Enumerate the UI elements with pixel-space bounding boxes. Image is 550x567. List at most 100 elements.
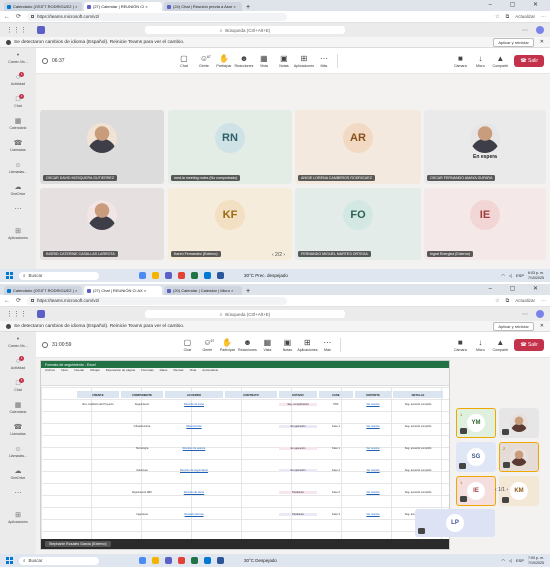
participant-tile[interactable] <box>499 408 539 438</box>
edge-app-icon[interactable] <box>139 557 146 564</box>
ribbon-tab[interactable]: Inicio <box>61 368 68 373</box>
weather-widget[interactable]: 30°C Prec. despejado <box>244 273 288 278</box>
leave-button[interactable]: ☎ Salir <box>514 54 544 67</box>
update-button[interactable]: Actualizar <box>515 298 535 303</box>
excel-app-icon[interactable] <box>191 557 198 564</box>
participant-tile[interactable]: AR ANGIE LORENA CAMBEROS RODRIGUEZ <box>295 110 421 184</box>
wifi-icon[interactable]: ◠ <box>501 558 505 563</box>
toolbar-button[interactable]: ▣ Notas <box>274 54 294 68</box>
control-button[interactable]: ▲ Compartir <box>490 54 510 68</box>
toolbar-button[interactable]: ⋯ Más <box>314 54 334 68</box>
participant-tile[interactable]: LP <box>415 509 495 537</box>
participant-tile[interactable]: RN med.ia meeting notes (No comprobado) <box>168 110 292 184</box>
menu-icon[interactable]: ⋯ <box>541 298 546 304</box>
explorer-app-icon[interactable] <box>152 272 159 279</box>
toolbar-button[interactable]: ⊞ Aplicaciones <box>294 54 314 68</box>
toolbar-button[interactable]: ▢ Chat <box>174 54 194 68</box>
toolbar-button[interactable]: ▣ Notas <box>277 338 297 352</box>
search-input[interactable]: ⌕ Búsqueda (Ctrl+Alt+E) <box>145 26 345 34</box>
excel-app-icon[interactable] <box>191 272 198 279</box>
rail-item[interactable]: □ 1 Chat <box>0 378 36 392</box>
browser-tab-active[interactable]: (27) Calendar | REUNIÓN CI × <box>84 2 162 11</box>
browser-tab[interactable]: (20) Calendar | Calendar | Micro × <box>164 286 242 295</box>
rail-item[interactable]: • Camer-Vis... <box>0 52 36 64</box>
app-launcher-icon[interactable]: ⋮⋮⋮ <box>6 26 27 34</box>
gallery-pager[interactable]: ‹ 2/2 › <box>272 252 285 258</box>
rail-item[interactable]: ⋯ <box>0 490 36 498</box>
rail-item[interactable]: ☺ Llamadas... <box>0 446 36 458</box>
more-icon[interactable]: ⋯ <box>522 27 528 34</box>
table-cell[interactable]: Ver soporte <box>355 491 391 494</box>
rail-item[interactable]: ☺ Llamadas... <box>0 162 36 174</box>
window-controls[interactable]: – ▢ ✕ <box>489 1 546 8</box>
word-app-icon[interactable] <box>217 272 224 279</box>
browser-tab[interactable]: Calendario (OSITT RODRIGUEZ ) × <box>4 286 82 295</box>
outlook-app-icon[interactable] <box>204 557 211 564</box>
chrome-app-icon[interactable] <box>178 272 185 279</box>
toolbar-button[interactable]: ☻ Reacciones <box>237 338 257 352</box>
rail-item[interactable]: ⋯ <box>0 206 36 214</box>
rail-item[interactable]: ☎ Llamadas <box>0 424 36 436</box>
participant-tile[interactable]: IE 1 <box>456 476 496 506</box>
clock[interactable]: 7:00 p. m. 7/10/2025 <box>528 556 544 565</box>
browser-tab-active[interactable]: (27) Chat | REUNIÓN CI AX × <box>84 286 162 295</box>
window-controls[interactable]: – ▢ ✕ <box>489 285 546 292</box>
participant-tile[interactable]: SG <box>456 442 496 472</box>
rail-item[interactable]: ○ 1 Actividad <box>0 356 36 370</box>
ribbon-tab[interactable]: Vista <box>190 368 197 373</box>
star-icon[interactable]: ☆ <box>495 14 499 20</box>
volume-icon[interactable]: ◁ <box>509 558 512 563</box>
star-icon[interactable]: ☆ <box>495 298 499 304</box>
ribbon-tab[interactable]: Archivo <box>45 368 55 373</box>
toolbar-button[interactable]: ⊞ Aplicaciones <box>297 338 317 352</box>
url-field[interactable]: https://teams.microsoft.com/v2/ <box>27 296 288 305</box>
clock[interactable]: 6:03 p. m. 7/10/2025 <box>528 271 544 280</box>
gallery-pager[interactable]: ‹ 1/1 › <box>495 487 508 493</box>
rail-item[interactable]: ○ 1 Actividad <box>0 72 36 86</box>
wifi-icon[interactable]: ◠ <box>501 273 505 278</box>
outlook-app-icon[interactable] <box>204 272 211 279</box>
language-indicator[interactable]: ESP <box>516 558 524 563</box>
more-icon[interactable]: ⋯ <box>522 311 528 318</box>
teams-app-icon[interactable] <box>165 557 172 564</box>
toolbar-button[interactable]: ▦ Vista <box>257 338 277 352</box>
refresh-icon[interactable]: ⟳ <box>16 13 21 20</box>
close-icon[interactable]: ✕ <box>540 323 544 329</box>
apply-restart-button[interactable]: Aplicar y reiniciar <box>493 321 534 331</box>
volume-icon[interactable]: ◁ <box>509 273 512 278</box>
toolbar-button[interactable]: ▦ Vista <box>254 54 274 68</box>
toolbar-button[interactable]: ☺ Gente 67 <box>197 338 217 352</box>
avatar[interactable] <box>536 26 544 34</box>
windows-start-icon[interactable] <box>6 557 13 564</box>
table-cell[interactable]: Ver soporte <box>355 513 391 516</box>
toolbar-button[interactable]: ✋ Participar <box>214 54 234 68</box>
ribbon-tab[interactable]: Datos <box>160 368 168 373</box>
control-button[interactable]: ↓ Micro <box>470 338 490 352</box>
rail-item[interactable]: ☎ Llamadas <box>0 140 36 152</box>
toolbar-button[interactable]: ☻ Reacciones <box>234 54 254 68</box>
table-cell[interactable]: Ver soporte <box>355 403 391 406</box>
participant-tile[interactable]: 2 <box>499 442 539 472</box>
rail-item[interactable]: ▦ Calendario <box>0 118 36 130</box>
back-icon[interactable]: ← <box>4 298 10 304</box>
participant-tile[interactable]: KF Karen Fernandez (Externo) <box>168 188 292 260</box>
participant-tile[interactable]: FO FERNANDO MIGUEL MARTES ORTEGA <box>295 188 421 260</box>
avatar[interactable] <box>536 310 544 318</box>
back-icon[interactable]: ← <box>4 14 10 20</box>
rail-item[interactable]: ⊞ Aplicaciones <box>0 228 36 240</box>
menu-icon[interactable]: ⋯ <box>541 14 546 20</box>
new-tab-icon[interactable]: + <box>246 4 250 11</box>
table-cell[interactable]: Ver soporte <box>355 469 391 472</box>
update-button[interactable]: Actualizar <box>515 14 535 19</box>
participant-tile[interactable]: IE Ingral Energica (Externo) <box>424 188 546 260</box>
ribbon-tab[interactable]: Disposición de página <box>106 368 135 373</box>
table-cell[interactable]: Ver soporte <box>355 447 391 450</box>
search-input[interactable]: ⌕ Búsqueda (Ctrl+Alt+E) <box>145 310 345 318</box>
rail-item[interactable]: ▦ Calendario <box>0 402 36 414</box>
windows-start-icon[interactable] <box>6 272 13 279</box>
browser-tab[interactable]: (24) Chat | Reunión previa a Asor × <box>164 2 242 11</box>
browser-tab[interactable]: Calendario (OSITT RODRIGUEZ ) × <box>4 2 82 11</box>
control-button[interactable]: ■ Cámara <box>450 338 470 352</box>
extensions-icon[interactable]: ⧉ <box>506 298 510 304</box>
participant-tile[interactable]: INGRID CATERINE CASALLAS LARROTA <box>40 188 164 260</box>
